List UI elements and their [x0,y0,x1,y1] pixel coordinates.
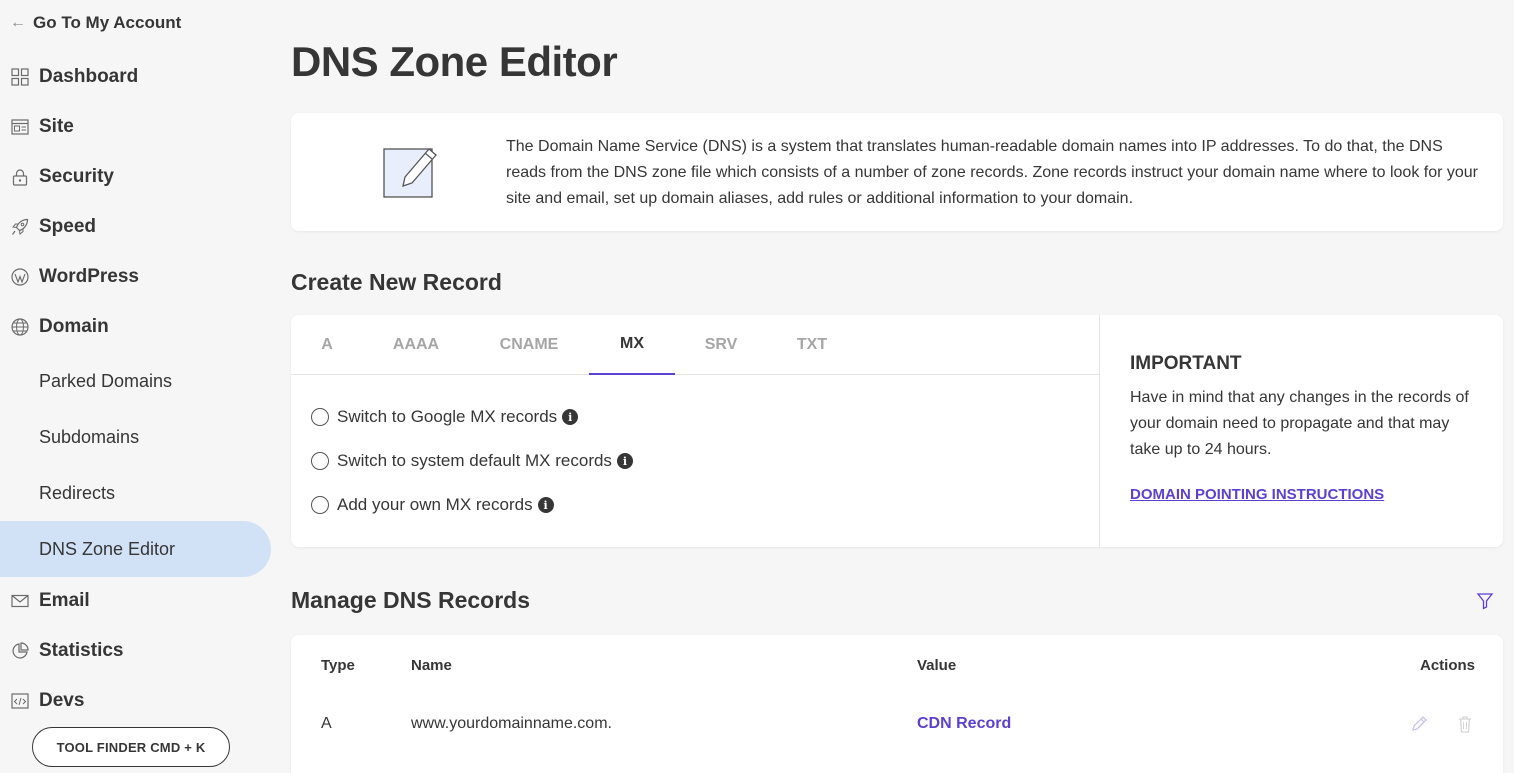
sidebar-item-domain[interactable]: Domain [0,307,272,347]
dns-records-table: Type Name Value Actions A www.yourdomain… [291,635,1503,773]
column-header-value: Value [917,657,957,674]
sidebar-item-label: Statistics [39,640,124,661]
arrow-left-icon: ← [10,14,26,31]
tool-finder-button[interactable]: TOOL FINDER CMD + K [32,727,230,767]
envelope-icon [11,594,29,608]
create-record-card: A AAAA CNAME MX SRV TXT Switch to Google… [291,315,1503,547]
record-type-tabs: A AAAA CNAME MX SRV TXT [291,315,1099,375]
tab-mx[interactable]: MX [589,315,675,375]
column-header-name: Name [411,657,452,674]
pie-chart-icon [12,642,29,659]
sidebar-item-label: Site [39,116,74,137]
option-system-default-mx[interactable]: Switch to system default MX records i [311,450,633,472]
sidebar-item-dashboard[interactable]: Dashboard [0,57,272,97]
sidebar-subitem-dns-zone-editor[interactable]: DNS Zone Editor [0,521,271,577]
radio-system-default-mx[interactable] [311,452,329,470]
option-google-mx[interactable]: Switch to Google MX records i [311,406,579,428]
sidebar-item-label: WordPress [39,266,139,287]
create-record-title: Create New Record [291,269,502,295]
sidebar-item-wordpress[interactable]: WordPress [0,257,272,297]
option-label: Switch to Google MX records [337,407,558,426]
important-title: IMPORTANT [1130,353,1242,374]
sidebar-item-speed[interactable]: Speed [0,207,272,247]
sidebar: ← Go To My Account Dashboard Site Securi… [0,0,272,773]
sidebar-item-statistics[interactable]: Statistics [0,631,272,671]
column-header-actions: Actions [1420,657,1476,674]
option-own-mx[interactable]: Add your own MX records i [311,494,554,516]
tab-cname[interactable]: CNAME [489,315,569,375]
sidebar-subitem-label: Redirects [39,482,116,503]
globe-icon [11,318,29,336]
tab-txt[interactable]: TXT [787,315,837,375]
option-label: Add your own MX records [337,495,533,514]
sidebar-item-site[interactable]: Site [0,107,272,147]
filter-icon[interactable] [1476,592,1494,610]
grid-icon [11,68,29,86]
radio-google-mx[interactable] [311,408,329,426]
sidebar-subitem-label: Subdomains [39,426,140,447]
sidebar-item-label: Speed [39,216,97,237]
tab-aaaa[interactable]: AAAA [383,315,449,375]
record-value-link[interactable]: CDN Record [917,715,1011,733]
code-icon [11,693,29,709]
go-to-account-link[interactable]: ← Go To My Account [10,12,181,34]
sidebar-item-label: Devs [39,690,85,711]
rocket-icon [12,218,29,235]
divider [1099,315,1100,547]
sidebar-subitem-subdomains[interactable]: Subdomains [0,409,271,465]
tab-srv[interactable]: SRV [695,315,747,375]
sidebar-item-devs[interactable]: Devs [0,681,272,721]
record-name: www.yourdomainname.com. [411,715,612,732]
radio-own-mx[interactable] [311,496,329,514]
info-icon[interactable]: i [537,497,554,513]
info-icon[interactable]: i [616,453,633,469]
info-icon[interactable]: i [562,409,579,425]
domain-pointing-link[interactable]: DOMAIN POINTING INSTRUCTIONS [1130,486,1384,503]
sidebar-subitem-label: DNS Zone Editor [39,538,176,559]
option-label: Switch to system default MX records [337,451,612,470]
intro-description: The Domain Name Service (DNS) is a syste… [506,138,1478,207]
manage-records-title: Manage DNS Records [291,587,531,613]
lock-icon [12,169,28,186]
sidebar-item-label: Email [39,590,90,611]
record-type: A [321,715,332,732]
column-header-type: Type [321,657,355,674]
wordpress-icon [11,268,29,286]
intro-card: The Domain Name Service (DNS) is a syste… [291,113,1503,231]
sidebar-item-label: Dashboard [39,66,139,87]
sidebar-subitem-redirects[interactable]: Redirects [0,465,271,521]
sidebar-item-label: Security [39,166,114,187]
trash-icon[interactable] [1456,715,1474,733]
go-to-account-label: Go To My Account [33,13,182,32]
important-text: Have in mind that any changes in the rec… [1130,389,1469,458]
site-icon [11,119,29,135]
sidebar-item-email[interactable]: Email [0,581,272,621]
page-title: DNS Zone Editor [291,38,618,85]
sidebar-subitem-label: Parked Domains [39,370,173,391]
sidebar-subitem-parked-domains[interactable]: Parked Domains [0,353,271,409]
sidebar-item-security[interactable]: Security [0,157,272,197]
tab-a[interactable]: A [311,315,343,375]
edit-icon[interactable] [1410,715,1428,733]
edit-document-icon [383,148,437,198]
sidebar-item-label: Domain [39,316,109,337]
